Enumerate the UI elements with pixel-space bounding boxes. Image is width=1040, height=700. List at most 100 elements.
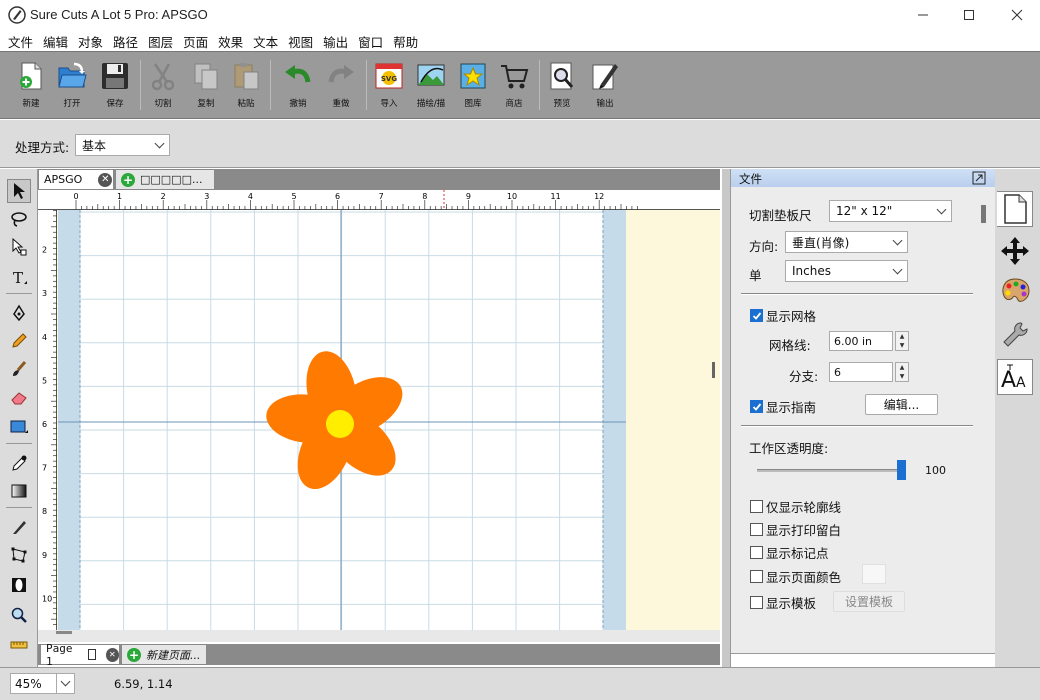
horizontal-scrollbar[interactable]: [38, 630, 720, 642]
menu-file[interactable]: 文件: [4, 30, 39, 51]
unit-label: 单: [749, 268, 762, 283]
page-color-swatch[interactable]: [862, 564, 886, 584]
text-tool[interactable]: T: [7, 265, 31, 289]
save-disk-icon: [102, 63, 128, 89]
brush-tool[interactable]: [7, 357, 31, 381]
show-template-checkbox[interactable]: [750, 596, 763, 609]
menu-view[interactable]: 视图: [284, 30, 319, 51]
document-panel-tab[interactable]: [997, 191, 1033, 227]
opacity-value: 100: [925, 464, 946, 477]
menu-output[interactable]: 输出: [319, 30, 354, 51]
import-button[interactable]: SVG 导入: [369, 58, 409, 114]
close-tab-icon[interactable]: ✕: [98, 172, 113, 187]
pen-tool[interactable]: [7, 301, 31, 325]
spin-up-icon[interactable]: ▲: [896, 363, 908, 372]
tab-new-document[interactable]: + □□□□□...: [115, 169, 215, 190]
menu-text[interactable]: 文本: [249, 30, 284, 51]
set-template-button[interactable]: 设置模板: [833, 591, 905, 612]
spin-down-icon[interactable]: ▼: [896, 372, 908, 381]
opacity-slider-thumb[interactable]: [897, 460, 906, 480]
unit-select[interactable]: Inches: [785, 260, 908, 282]
tab-apsgo[interactable]: APSGO ✕: [38, 169, 114, 190]
grid-lines-input[interactable]: 6.00 in: [829, 331, 893, 351]
menu-help[interactable]: 帮助: [389, 30, 424, 51]
copy-button[interactable]: 复制: [186, 58, 226, 114]
open-button[interactable]: 打开: [52, 58, 92, 114]
minimize-button[interactable]: [900, 0, 946, 30]
flower-shape[interactable]: [253, 350, 423, 510]
settings-panel-tab[interactable]: [997, 317, 1033, 353]
chevron-down-icon: [154, 138, 165, 148]
opacity-slider-track[interactable]: [757, 469, 905, 472]
undo-button[interactable]: 撤销: [278, 58, 318, 114]
output-button[interactable]: 输出: [585, 58, 625, 114]
pencil-tool[interactable]: [7, 329, 31, 353]
eyedropper-tool[interactable]: [7, 451, 31, 475]
shape-tool[interactable]: [7, 415, 31, 439]
color-panel-tab[interactable]: [997, 273, 1033, 309]
spin-down-icon[interactable]: ▼: [896, 341, 908, 350]
close-button[interactable]: [994, 0, 1040, 30]
page-color-checkbox[interactable]: [750, 570, 763, 583]
show-grid-checkbox[interactable]: [750, 309, 763, 322]
outline-only-checkbox[interactable]: [750, 500, 763, 513]
weld-shape-icon: [12, 578, 26, 592]
transform-tool[interactable]: [7, 543, 31, 567]
trace-button[interactable]: 描绘/描: [411, 58, 451, 114]
lasso-tool[interactable]: [7, 207, 31, 231]
subdivisions-stepper[interactable]: ▲ ▼: [895, 362, 909, 382]
text-panel-tab[interactable]: AA: [997, 359, 1033, 395]
spin-up-icon[interactable]: ▲: [896, 332, 908, 341]
library-button[interactable]: 图库: [453, 58, 493, 114]
weld-tool[interactable]: [7, 573, 31, 597]
show-guides-checkbox[interactable]: [750, 400, 763, 413]
orientation-select[interactable]: 垂直(肖像): [785, 231, 908, 253]
zoom-dropdown-button[interactable]: [56, 674, 74, 693]
edit-guides-button[interactable]: 编辑...: [865, 394, 938, 415]
node-edit-tool[interactable]: [7, 235, 31, 259]
panel-splitter[interactable]: [712, 169, 730, 667]
gradient-tool[interactable]: [7, 479, 31, 503]
registration-marks-checkbox[interactable]: [750, 546, 763, 559]
zoom-tool[interactable]: [7, 603, 31, 627]
new-button[interactable]: 新建: [11, 58, 51, 114]
ruler-label: 5: [291, 192, 296, 201]
design-canvas[interactable]: 0123456789101112 12345678910: [38, 190, 720, 630]
scroll-thumb[interactable]: [56, 631, 72, 634]
preview-button[interactable]: 预览: [542, 58, 582, 114]
eraser-tool[interactable]: [7, 385, 31, 409]
close-page-icon[interactable]: ✕: [105, 647, 119, 662]
zoom-select[interactable]: 45%: [10, 673, 75, 694]
store-button[interactable]: 商店: [494, 58, 534, 114]
measure-tool[interactable]: [7, 633, 31, 657]
panel-scroll-thumb[interactable]: [981, 205, 986, 223]
menu-object[interactable]: 对象: [74, 30, 109, 51]
redo-button[interactable]: 重做: [321, 58, 361, 114]
grid-lines-stepper[interactable]: ▲ ▼: [895, 331, 909, 351]
add-tab-icon: +: [121, 172, 135, 187]
menu-effect[interactable]: 效果: [214, 30, 249, 51]
processing-select[interactable]: 基本: [75, 134, 170, 156]
subdivisions-input[interactable]: 6: [829, 362, 893, 382]
menu-page[interactable]: 页面: [179, 30, 214, 51]
mat-size-select[interactable]: 12" x 12": [829, 200, 952, 222]
paste-button[interactable]: 粘贴: [226, 58, 266, 114]
page-color-row: 显示页面颜色: [750, 567, 841, 586]
menu-edit[interactable]: 编辑: [39, 30, 74, 51]
save-button[interactable]: 保存: [95, 58, 135, 114]
knife-tool[interactable]: [7, 515, 31, 539]
tab-page-1[interactable]: Page 1 ✕: [40, 642, 120, 668]
ruler-label: 1: [117, 192, 122, 201]
menu-path[interactable]: 路径: [109, 30, 144, 51]
splitter-grip[interactable]: [712, 362, 715, 378]
detach-panel-icon[interactable]: [972, 171, 986, 185]
menu-layer[interactable]: 图层: [144, 30, 179, 51]
print-margin-checkbox[interactable]: [750, 523, 763, 536]
select-tool[interactable]: [7, 179, 31, 203]
move-panel-tab[interactable]: [997, 233, 1033, 269]
cut-button[interactable]: 切割: [143, 58, 183, 114]
scissors-icon: [151, 63, 175, 91]
tab-new-page[interactable]: + 新建页面...: [121, 644, 207, 665]
menu-window[interactable]: 窗口: [354, 30, 389, 51]
maximize-button[interactable]: [946, 0, 992, 30]
